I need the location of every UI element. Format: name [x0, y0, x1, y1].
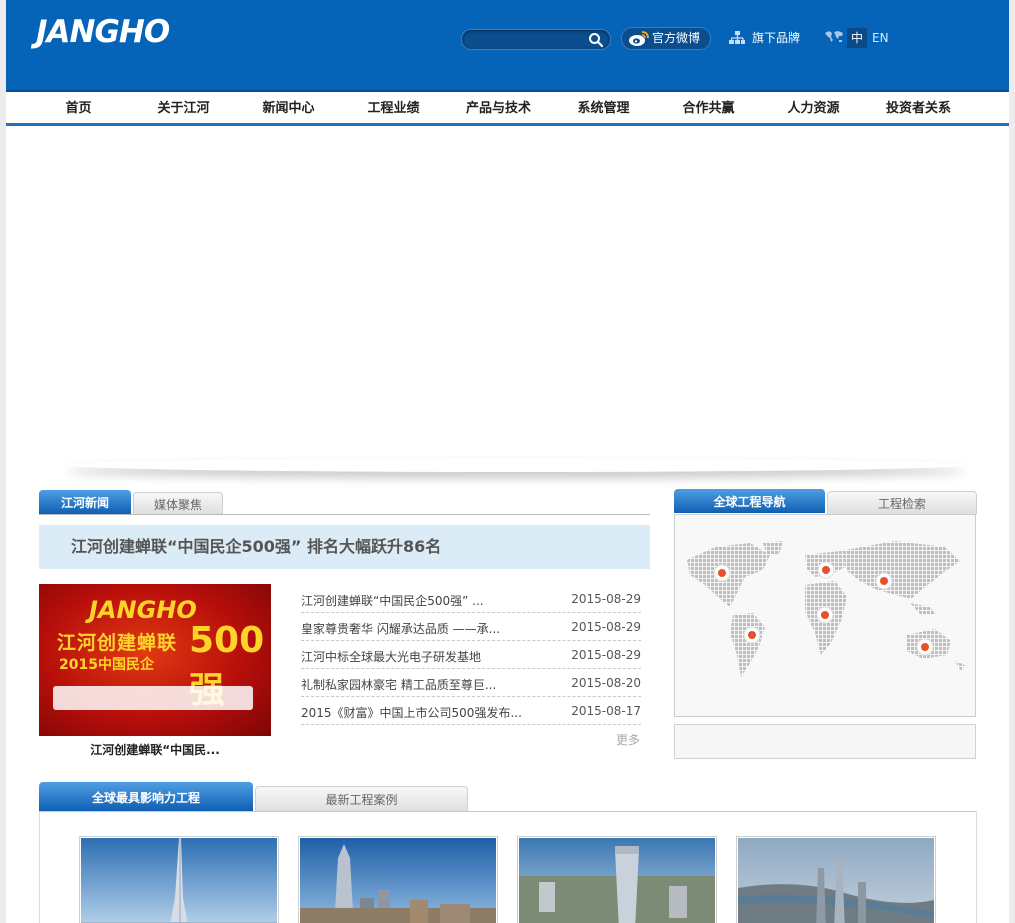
- map-marker[interactable]: [816, 606, 834, 624]
- search-input[interactable]: [470, 31, 584, 49]
- tab-global-projects-nav[interactable]: 全球工程导航: [674, 489, 825, 513]
- jangho-logo[interactable]: JANGHO: [36, 14, 170, 50]
- news-item-date: 2015-08-29: [571, 592, 641, 606]
- map-marker[interactable]: [817, 561, 835, 579]
- news-headline-text: 江河创建蝉联“中国民企500强” 排名大幅跃升86名: [71, 537, 442, 556]
- project-image: [300, 838, 496, 923]
- news-image-caption[interactable]: 江河创建蝉联“中国民...: [39, 741, 271, 758]
- news-item-title: 礼制私家园林豪宅 精工品质至尊巨...: [301, 678, 497, 692]
- map-marker[interactable]: [916, 638, 934, 656]
- tab-influential-projects[interactable]: 全球最具影响力工程: [39, 782, 253, 811]
- project-image: [519, 838, 715, 923]
- weibo-label: 官方微博: [652, 31, 701, 45]
- banner-shadow: [66, 458, 966, 472]
- projects-tabs-divider: [39, 811, 976, 812]
- world-map-icon: [825, 31, 843, 42]
- map-marker[interactable]: [875, 572, 893, 590]
- lang-zh-button[interactable]: 中: [847, 28, 867, 48]
- lang-en-button[interactable]: EN: [872, 28, 889, 48]
- project-thumbnail[interactable]: [79, 836, 279, 923]
- map-marker[interactable]: [713, 564, 731, 582]
- news-image[interactable]: JANGHO 江河创建蝉联 500强 2015中国民企: [39, 584, 271, 736]
- search-icon[interactable]: [588, 32, 604, 48]
- news-item[interactable]: 江河中标全球最大光电子研发基地 2015-08-29: [301, 641, 641, 669]
- news-item-title: 江河中标全球最大光电子研发基地: [301, 650, 482, 664]
- nav-item-news[interactable]: 新闻中心: [236, 92, 341, 123]
- map-info-box: [674, 724, 976, 759]
- brands-label: 旗下品牌: [752, 31, 801, 45]
- tab-jangho-news[interactable]: 江河新闻: [39, 490, 131, 514]
- search-box: [461, 29, 611, 50]
- project-image: [81, 838, 277, 923]
- news-image-title: 江河创建蝉联: [57, 632, 178, 654]
- nav-item-projects[interactable]: 工程业绩: [341, 92, 446, 123]
- news-image-brand: JANGHO: [89, 596, 197, 624]
- project-thumbnail[interactable]: [298, 836, 498, 923]
- map-marker[interactable]: [743, 626, 761, 644]
- weibo-button[interactable]: 官方微博: [621, 27, 711, 50]
- nav-item-system[interactable]: 系统管理: [551, 92, 656, 123]
- news-image-logos: [53, 686, 253, 710]
- banner-area: [6, 126, 1009, 464]
- news-item[interactable]: 皇家尊贵奢华 闪耀承达品质 ——承... 2015-08-29: [301, 613, 641, 641]
- nav-item-about[interactable]: 关于江河: [131, 92, 236, 123]
- tab-project-search[interactable]: 工程检索: [827, 491, 977, 514]
- map-markers: [713, 561, 934, 656]
- project-thumbnail[interactable]: [517, 836, 717, 923]
- site-header: JANGHO 官方微博 旗下品牌 中 EN: [6, 0, 1009, 92]
- news-item-date: 2015-08-29: [571, 648, 641, 662]
- project-image: [738, 838, 934, 923]
- main-nav: 首页 关于江河 新闻中心 工程业绩 产品与技术 系统管理 合作共赢 人力资源 投…: [6, 92, 1009, 126]
- nav-item-hr[interactable]: 人力资源: [761, 92, 866, 123]
- project-thumbnail[interactable]: [736, 836, 936, 923]
- nav-item-partners[interactable]: 合作共赢: [656, 92, 761, 123]
- news-tabs-divider: [39, 514, 650, 515]
- news-headline[interactable]: 江河创建蝉联“中国民企500强” 排名大幅跃升86名: [39, 525, 650, 569]
- tab-media-focus[interactable]: 媒体聚焦: [133, 492, 223, 515]
- news-item[interactable]: 2015《财富》中国上市公司500强发布... 2015-08-17: [301, 697, 641, 725]
- more-link[interactable]: 更多: [616, 731, 640, 748]
- sitemap-icon: [729, 31, 745, 44]
- news-item[interactable]: 江河创建蝉联“中国民企500强” ... 2015-08-29: [301, 585, 641, 613]
- news-item-date: 2015-08-20: [571, 676, 641, 690]
- page: JANGHO 官方微博 旗下品牌 中 EN 首页 关于江河 新闻中心 工程业绩 …: [6, 0, 1009, 923]
- weibo-icon: [629, 31, 649, 46]
- news-item-date: 2015-08-17: [571, 704, 641, 718]
- nav-item-products[interactable]: 产品与技术: [446, 92, 551, 123]
- news-item-title: 江河创建蝉联“中国民企500强” ...: [301, 594, 484, 608]
- news-image-subtitle: 2015中国民企: [59, 657, 154, 673]
- news-item-title: 皇家尊贵奢华 闪耀承达品质 ——承...: [301, 622, 501, 636]
- news-item-date: 2015-08-29: [571, 620, 641, 634]
- world-map-panel: [674, 514, 976, 717]
- news-item[interactable]: 礼制私家园林豪宅 精工品质至尊巨... 2015-08-20: [301, 669, 641, 697]
- nav-item-home[interactable]: 首页: [26, 92, 131, 123]
- tab-latest-projects[interactable]: 最新工程案例: [255, 786, 468, 812]
- nav-item-investors[interactable]: 投资者关系: [866, 92, 971, 123]
- news-item-title: 2015《财富》中国上市公司500强发布...: [301, 706, 522, 720]
